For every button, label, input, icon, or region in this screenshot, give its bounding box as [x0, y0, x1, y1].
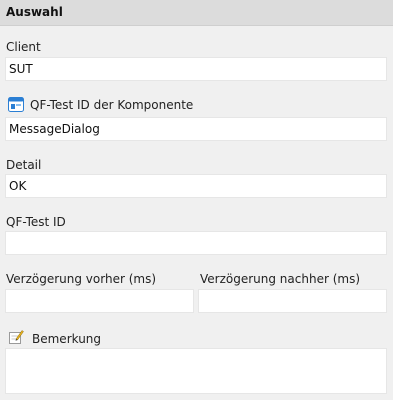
comment-label: Bemerkung	[32, 332, 102, 346]
detail-field[interactable]: OK	[5, 174, 387, 198]
qftest-id-field[interactable]	[5, 231, 387, 255]
delay-after-field[interactable]	[198, 289, 387, 313]
note-icon[interactable]	[8, 329, 25, 345]
component-id-label: QF-Test ID der Komponente	[30, 98, 194, 112]
component-icon[interactable]	[8, 97, 25, 113]
component-id-field[interactable]: MessageDialog	[5, 117, 387, 141]
client-field[interactable]: SUT	[5, 57, 387, 81]
comment-field[interactable]	[5, 348, 387, 394]
client-label: Client	[6, 40, 41, 54]
panel-header: Auswahl	[0, 0, 393, 26]
panel-title: Auswahl	[6, 5, 63, 19]
delay-after-label: Verzögerung nachher (ms)	[200, 272, 361, 286]
qftest-id-label: QF-Test ID	[6, 215, 66, 229]
delay-before-field[interactable]	[5, 289, 194, 313]
detail-label: Detail	[6, 158, 42, 172]
delay-before-label: Verzögerung vorher (ms)	[6, 272, 157, 286]
